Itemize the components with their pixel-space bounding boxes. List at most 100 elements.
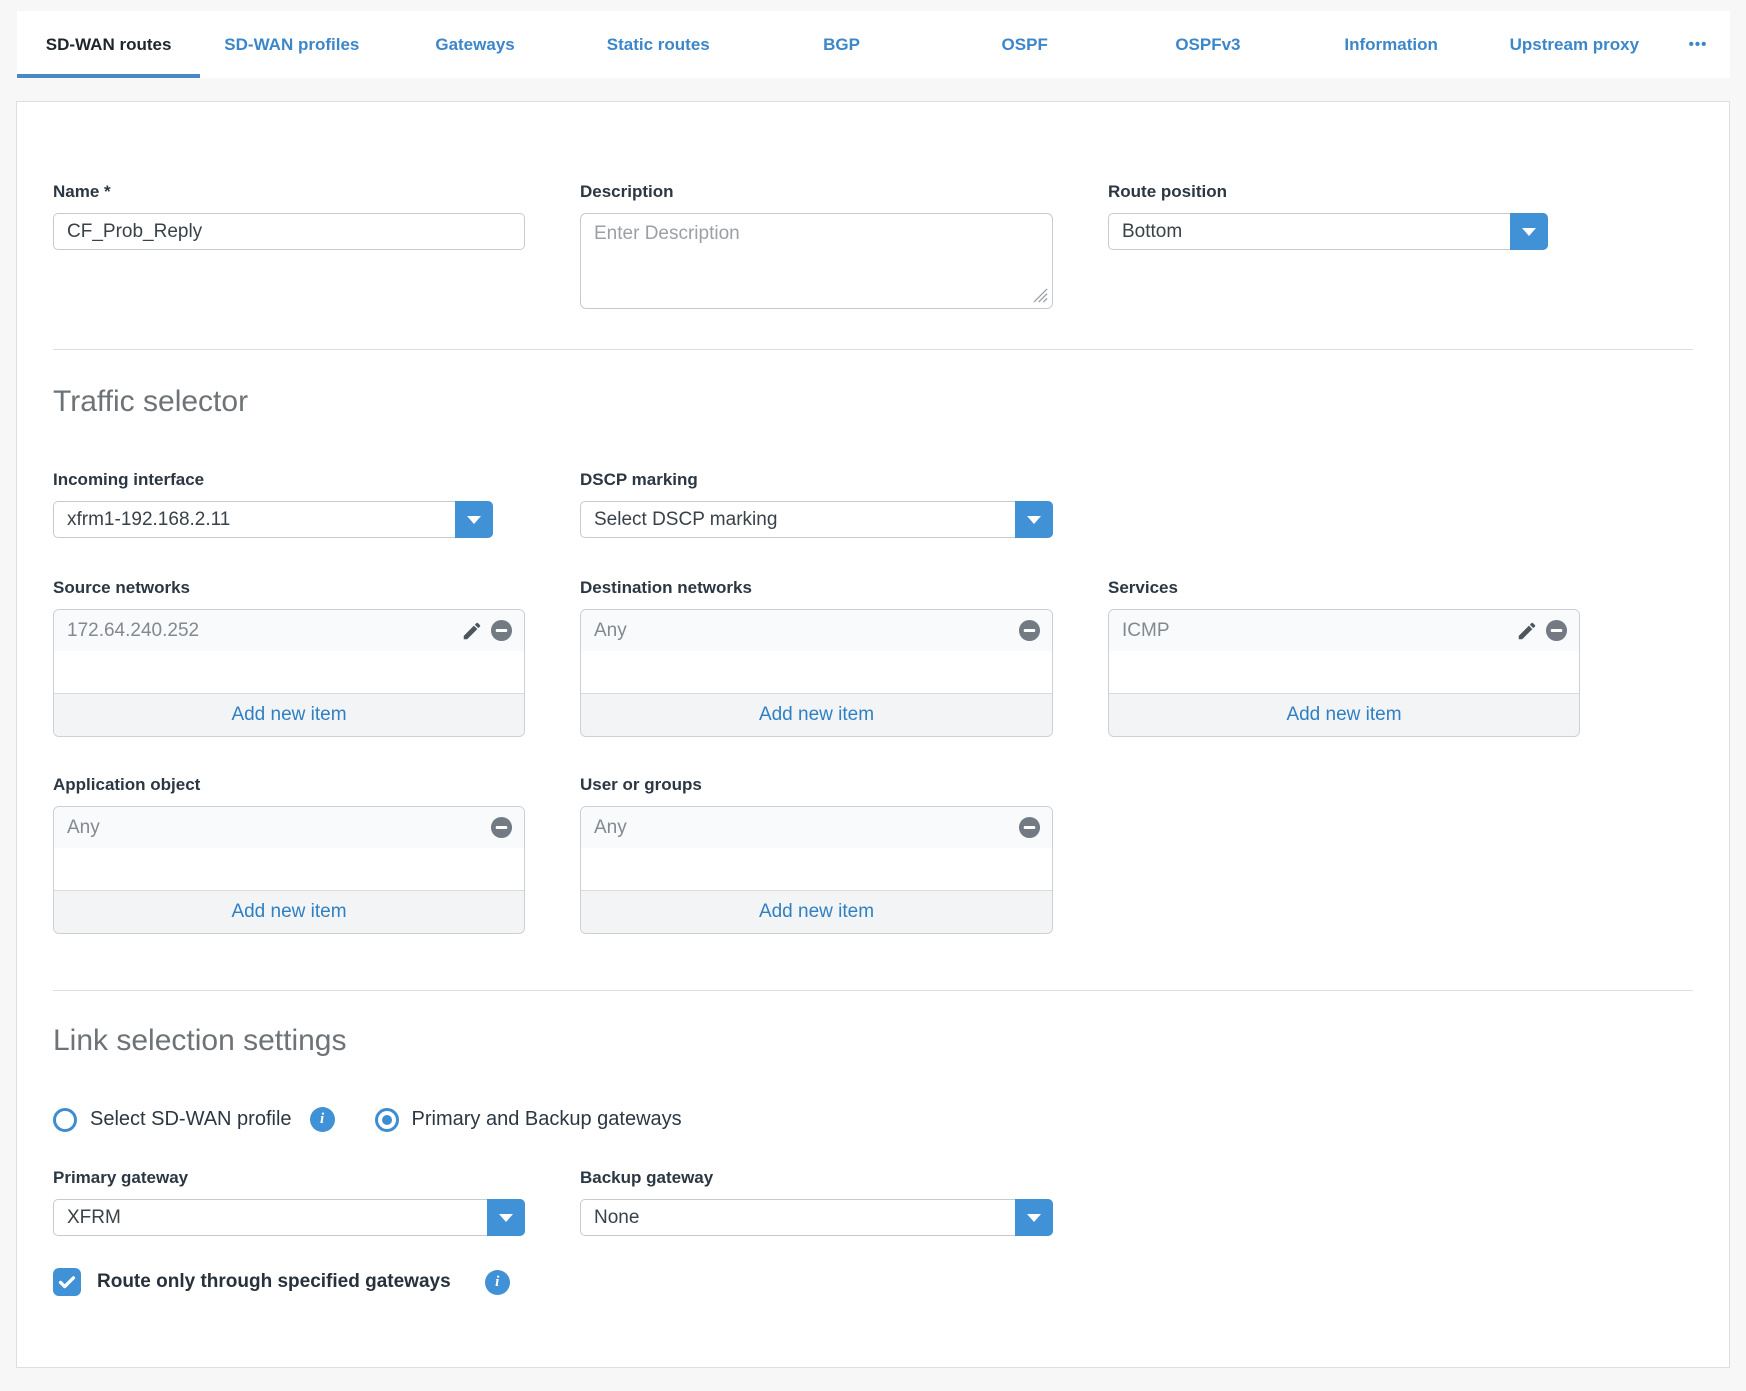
primary-gateway-dropdown-button[interactable] <box>487 1199 525 1236</box>
edit-icon[interactable] <box>1516 620 1538 642</box>
remove-icon[interactable] <box>490 816 513 839</box>
listbox-empty-area <box>54 848 524 890</box>
services-add-button[interactable]: Add new item <box>1109 693 1579 736</box>
chevron-down-icon <box>1027 1214 1041 1222</box>
user-or-groups-listbox: Any Add new item <box>580 806 1053 934</box>
destination-networks-field-group: Destination networks Any Add new item <box>580 578 1053 737</box>
list-item-value: Any <box>594 620 1011 642</box>
radio-primary-backup-gateways[interactable]: Primary and Backup gateways <box>375 1108 682 1132</box>
traffic-selector-title: Traffic selector <box>53 382 1693 422</box>
primary-gateway-field-group: Primary gateway XFRM <box>53 1168 525 1236</box>
listbox-empty-area <box>581 651 1052 693</box>
backup-gateway-value: None <box>580 1199 1053 1236</box>
name-label: Name * <box>53 182 525 202</box>
route-position-value: Bottom <box>1108 213 1548 250</box>
checkmark-icon <box>56 1271 78 1293</box>
link-selection-radio-row: Select SD-WAN profile i Primary and Back… <box>53 1107 1693 1132</box>
list-item: Any <box>581 610 1052 651</box>
source-networks-label: Source networks <box>53 578 525 598</box>
route-only-label: Route only through specified gateways <box>97 1271 451 1293</box>
list-item-value: Any <box>594 817 1011 839</box>
description-textarea[interactable] <box>580 213 1053 309</box>
name-field-group: Name * <box>53 182 525 250</box>
resize-grip-icon[interactable] <box>1033 288 1048 303</box>
tab-bgp[interactable]: BGP <box>750 11 933 78</box>
route-position-select[interactable]: Bottom <box>1108 213 1548 250</box>
source-networks-listbox: 172.64.240.252 Add new item <box>53 609 525 737</box>
services-field-group: Services ICMP Add new item <box>1108 578 1580 737</box>
remove-icon[interactable] <box>1018 619 1041 642</box>
tab-static-routes[interactable]: Static routes <box>567 11 750 78</box>
destination-networks-add-button[interactable]: Add new item <box>581 693 1052 736</box>
tab-bar: SD-WAN routes SD-WAN profiles Gateways S… <box>17 11 1730 78</box>
destination-networks-label: Destination networks <box>580 578 1053 598</box>
remove-icon[interactable] <box>1545 619 1568 642</box>
radio-label: Primary and Backup gateways <box>412 1108 682 1131</box>
description-field-group: Description <box>580 182 1053 309</box>
route-only-row: Route only through specified gateways i <box>53 1268 1693 1296</box>
tab-upstream-proxy[interactable]: Upstream proxy <box>1483 11 1666 78</box>
radio-select-sdwan-profile[interactable]: Select SD-WAN profile i <box>53 1107 335 1132</box>
incoming-interface-dropdown-button[interactable] <box>455 501 493 538</box>
application-object-listbox: Any Add new item <box>53 806 525 934</box>
list-item: ICMP <box>1109 610 1579 651</box>
user-or-groups-add-button[interactable]: Add new item <box>581 890 1052 933</box>
list-item: 172.64.240.252 <box>54 610 524 651</box>
primary-gateway-select[interactable]: XFRM <box>53 1199 525 1236</box>
tab-gateways[interactable]: Gateways <box>383 11 566 78</box>
backup-gateway-label: Backup gateway <box>580 1168 1053 1188</box>
remove-icon[interactable] <box>490 619 513 642</box>
tab-sd-wan-profiles[interactable]: SD-WAN profiles <box>200 11 383 78</box>
application-object-field-group: Application object Any Add new item <box>53 775 525 934</box>
backup-gateway-dropdown-button[interactable] <box>1015 1199 1053 1236</box>
link-selection-title: Link selection settings <box>53 1021 1693 1061</box>
backup-gateway-select[interactable]: None <box>580 1199 1053 1236</box>
list-item: Any <box>54 807 524 848</box>
remove-icon[interactable] <box>1018 816 1041 839</box>
destination-networks-listbox: Any Add new item <box>580 609 1053 737</box>
source-networks-add-button[interactable]: Add new item <box>54 693 524 736</box>
incoming-interface-select[interactable]: xfrm1-192.168.2.11 <box>53 501 493 538</box>
name-input[interactable] <box>53 213 525 250</box>
dscp-marking-dropdown-button[interactable] <box>1015 501 1053 538</box>
route-position-field-group: Route position Bottom <box>1108 182 1580 250</box>
section-divider <box>53 349 1693 350</box>
tab-ospf[interactable]: OSPF <box>933 11 1116 78</box>
incoming-interface-value: xfrm1-192.168.2.11 <box>53 501 493 538</box>
user-or-groups-field-group: User or groups Any Add new item <box>580 775 1053 934</box>
info-icon[interactable]: i <box>310 1107 335 1132</box>
list-item-value: ICMP <box>1122 620 1509 642</box>
tab-sd-wan-routes[interactable]: SD-WAN routes <box>17 11 200 78</box>
dscp-marking-field-group: DSCP marking Select DSCP marking <box>580 470 1053 538</box>
tab-information[interactable]: Information <box>1300 11 1483 78</box>
description-label: Description <box>580 182 1053 202</box>
primary-gateway-value: XFRM <box>53 1199 525 1236</box>
dscp-marking-select[interactable]: Select DSCP marking <box>580 501 1053 538</box>
info-icon[interactable]: i <box>485 1270 510 1295</box>
primary-gateway-label: Primary gateway <box>53 1168 525 1188</box>
more-tabs-button[interactable]: ••• <box>1666 11 1730 78</box>
tab-ospfv3[interactable]: OSPFv3 <box>1116 11 1299 78</box>
dscp-marking-label: DSCP marking <box>580 470 1053 490</box>
edit-icon[interactable] <box>461 620 483 642</box>
application-object-add-button[interactable]: Add new item <box>54 890 524 933</box>
services-label: Services <box>1108 578 1580 598</box>
incoming-interface-field-group: Incoming interface xfrm1-192.168.2.11 <box>53 470 525 538</box>
backup-gateway-field-group: Backup gateway None <box>580 1168 1053 1236</box>
chevron-down-icon <box>1522 228 1536 236</box>
listbox-empty-area <box>54 651 524 693</box>
chevron-down-icon <box>467 516 481 524</box>
radio-selected-icon[interactable] <box>375 1108 399 1132</box>
user-or-groups-label: User or groups <box>580 775 1053 795</box>
application-object-label: Application object <box>53 775 525 795</box>
list-item-value: 172.64.240.252 <box>67 620 454 642</box>
list-item-value: Any <box>67 817 483 839</box>
sd-wan-route-form-panel: Name * Description Route position Bottom <box>16 101 1730 1368</box>
radio-unselected-icon[interactable] <box>53 1108 77 1132</box>
route-position-dropdown-button[interactable] <box>1510 213 1548 250</box>
ellipsis-icon: ••• <box>1689 36 1708 53</box>
listbox-empty-area <box>1109 651 1579 693</box>
route-only-checkbox[interactable] <box>53 1268 81 1296</box>
section-divider <box>53 990 1693 991</box>
list-item: Any <box>581 807 1052 848</box>
